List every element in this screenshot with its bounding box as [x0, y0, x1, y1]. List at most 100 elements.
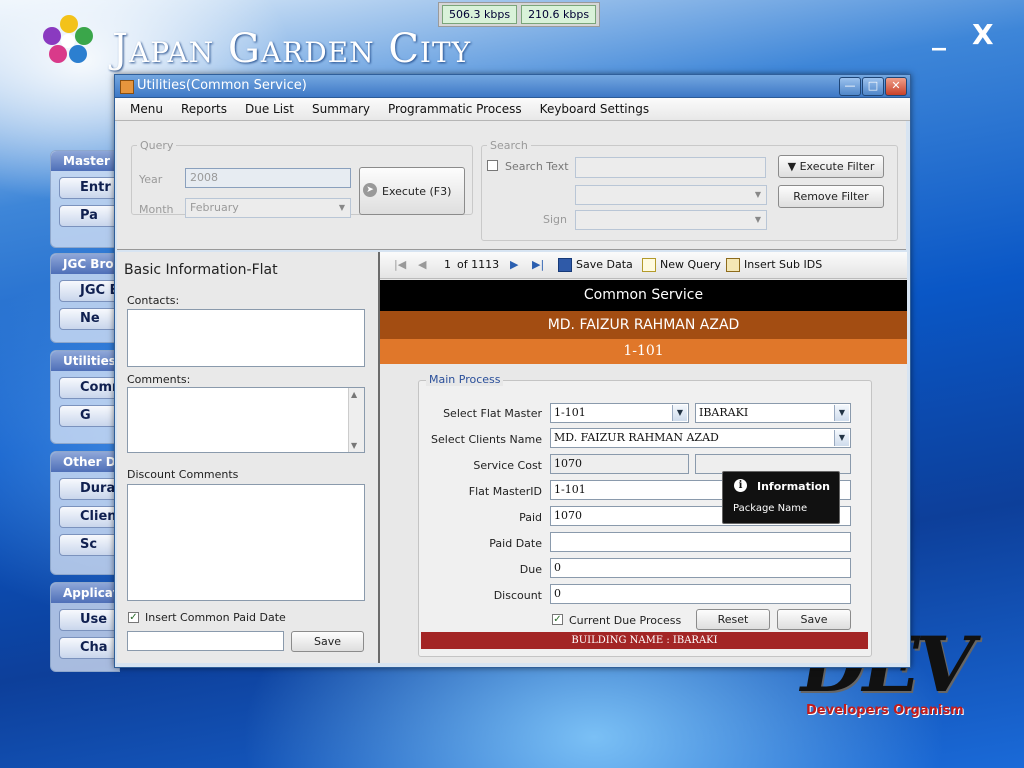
menu-item-programmatic-process[interactable]: Programmatic Process: [379, 98, 531, 120]
insert-paid-date-checkbox[interactable]: ✓: [128, 612, 139, 623]
chevron-down-icon[interactable]: ▼: [834, 405, 849, 421]
insert-sub-ids-button[interactable]: Insert Sub IDS: [726, 258, 822, 272]
paid-date-input[interactable]: [127, 631, 284, 651]
upload-speed: 210.6 kbps: [521, 5, 597, 24]
tooltip-body: Package Name: [733, 503, 808, 514]
side-button[interactable]: Pa: [59, 205, 119, 227]
scroll-up-icon[interactable]: ▲: [351, 390, 357, 399]
month-label: Month: [139, 203, 174, 216]
new-query-button[interactable]: New Query: [642, 258, 721, 272]
menu-item-keyboard-settings[interactable]: Keyboard Settings: [531, 98, 658, 120]
side-group-other: Other De Duratio Client Sc: [50, 451, 120, 575]
save-disk-icon: [558, 258, 572, 272]
side-button[interactable]: G: [59, 405, 119, 427]
due-input[interactable]: 0: [550, 558, 851, 578]
side-button[interactable]: Use: [59, 609, 119, 631]
side-button[interactable]: Sc: [59, 534, 119, 556]
contacts-textarea[interactable]: [127, 309, 365, 367]
save-data-button[interactable]: Save Data: [558, 258, 633, 272]
year-label: Year: [139, 173, 163, 186]
flat-master-select[interactable]: 1-101 ▼: [550, 403, 689, 423]
side-button[interactable]: Entr: [59, 177, 119, 199]
search-text-checkbox[interactable]: [487, 160, 498, 171]
edit-note-icon: [726, 258, 740, 272]
menu-item-menu[interactable]: Menu: [121, 98, 172, 120]
discount-input[interactable]: 0: [550, 584, 851, 604]
side-button[interactable]: Duratio: [59, 478, 119, 500]
left-save-button[interactable]: Save: [291, 631, 364, 652]
insert-sub-ids-label: Insert Sub IDS: [744, 258, 823, 271]
discount-comments-label: Discount Comments: [127, 468, 239, 481]
side-group-head[interactable]: JGC Broa: [51, 254, 119, 274]
record-toolbar: |◀ ◀ 1 of 1113 ▶ ▶| Save Data New Query …: [380, 252, 907, 279]
next-record-icon[interactable]: ▶: [510, 258, 518, 271]
prev-record-icon[interactable]: ◀: [418, 258, 426, 271]
search-text-input[interactable]: [575, 157, 766, 178]
menu-item-due-list[interactable]: Due List: [236, 98, 303, 120]
comments-textarea[interactable]: ▲ ▼: [127, 387, 365, 453]
discount-comments-textarea[interactable]: [127, 484, 365, 601]
sign-select[interactable]: ▼: [575, 210, 767, 230]
building-select[interactable]: IBARAKI ▼: [695, 403, 851, 423]
execute-filter-button[interactable]: ▼ Execute Filter: [778, 155, 884, 178]
total-pages: of 1113: [457, 258, 500, 271]
side-button[interactable]: Cha: [59, 637, 119, 659]
client-name-value: MD. FAIZUR RAHMAN AZAD: [554, 431, 719, 444]
new-document-icon: [642, 258, 656, 272]
chevron-down-icon[interactable]: ▼: [834, 430, 849, 446]
side-button[interactable]: Comm: [59, 377, 119, 399]
side-group-head[interactable]: Master D: [51, 151, 119, 171]
chevron-down-icon[interactable]: ▼: [751, 212, 765, 228]
month-value: February: [190, 201, 239, 214]
side-group-head[interactable]: Applicat: [51, 583, 119, 603]
reset-button[interactable]: Reset: [696, 609, 770, 630]
month-select[interactable]: February ▼: [185, 198, 351, 218]
client-banner: MD. FAIZUR RAHMAN AZAD: [380, 311, 907, 339]
query-area: Query Year 2008 Month February ▼ ➤ Execu…: [117, 121, 906, 250]
information-tooltip: i Information Package Name: [722, 471, 840, 524]
search-column-select[interactable]: ▼: [575, 185, 767, 205]
chevron-down-icon[interactable]: ▼: [672, 405, 687, 421]
comments-scrollbar[interactable]: ▲ ▼: [348, 388, 364, 452]
comments-label: Comments:: [127, 373, 191, 386]
first-record-icon[interactable]: |◀: [394, 258, 406, 271]
menu-item-summary[interactable]: Summary: [303, 98, 379, 120]
execute-button[interactable]: ➤ Execute (F3): [359, 167, 465, 215]
chevron-down-icon[interactable]: ▼: [335, 200, 349, 216]
app-title: Japan Garden City: [112, 26, 472, 72]
side-button[interactable]: JGC B: [59, 280, 119, 302]
side-group-head[interactable]: Other De: [51, 452, 119, 472]
flat-master-label: Select Flat Master: [443, 407, 542, 420]
side-group-head[interactable]: Utilities: [51, 351, 119, 371]
menu-item-reports[interactable]: Reports: [172, 98, 236, 120]
side-button[interactable]: Client: [59, 506, 119, 528]
year-input[interactable]: 2008: [185, 168, 351, 188]
current-page[interactable]: 1: [444, 258, 451, 271]
chevron-down-icon[interactable]: ▼: [751, 187, 765, 203]
window-minimize-button[interactable]: —: [839, 77, 861, 96]
remove-filter-button[interactable]: Remove Filter: [778, 185, 884, 208]
discount-label: Discount: [493, 589, 542, 602]
service-cost-input[interactable]: 1070: [550, 454, 689, 474]
window-close-button[interactable]: ✕: [885, 77, 907, 96]
client-name-select[interactable]: MD. FAIZUR RAHMAN AZAD ▼: [550, 428, 851, 448]
app-close-button[interactable]: X: [972, 18, 994, 51]
side-button[interactable]: Ne: [59, 308, 119, 330]
last-record-icon[interactable]: ▶|: [532, 258, 544, 271]
window-title: Utilities(Common Service): [137, 78, 307, 93]
save-button[interactable]: Save: [777, 609, 851, 630]
side-group-jgc: JGC Broa JGC B Ne: [50, 253, 120, 343]
window-titlebar[interactable]: Utilities(Common Service) — □ ✕: [115, 75, 910, 98]
due-label: Due: [519, 563, 542, 576]
paid-date-field[interactable]: [550, 532, 851, 552]
main-process-legend: Main Process: [426, 373, 504, 386]
execute-arrow-icon: ➤: [363, 183, 377, 197]
scroll-down-icon[interactable]: ▼: [351, 441, 357, 450]
app-minimize-button[interactable]: _: [932, 18, 946, 51]
search-text-label: Search Text: [505, 160, 569, 173]
building-name-banner: BUILDING NAME : IBARAKI: [421, 632, 868, 649]
query-legend: Query: [140, 139, 174, 152]
window-maximize-button[interactable]: □: [862, 77, 884, 96]
current-due-checkbox[interactable]: ✓: [552, 614, 563, 625]
menu-bar: Menu Reports Due List Summary Programmat…: [115, 98, 910, 121]
